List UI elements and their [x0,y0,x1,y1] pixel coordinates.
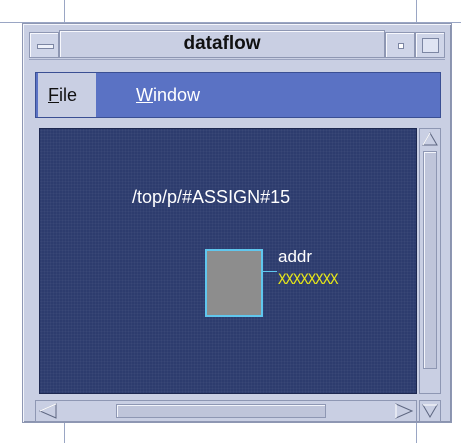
menu-window-mnemonic: W [136,85,153,105]
dataflow-window: dataflow File Window /top/p/#ASSIGN#15 a… [22,23,452,423]
menu-window[interactable]: Window [126,73,210,117]
menu-file[interactable]: File [38,73,96,117]
arrow-right-icon[interactable] [394,402,414,420]
menu-bar: File Window [35,72,441,118]
arrow-down-icon[interactable] [421,402,439,420]
vertical-scrollbar[interactable] [419,128,441,394]
menu-file-label: ile [59,85,78,105]
horizontal-scrollbar[interactable] [35,400,417,422]
menu-file-mnemonic: F [48,85,59,105]
signal-block[interactable] [205,249,263,317]
minimize-icon [398,43,404,49]
dataflow-canvas[interactable]: /top/p/#ASSIGN#15 addr XXXXXXXX [39,128,417,394]
menu-window-label: indow [153,85,201,105]
signal-name-label[interactable]: addr [278,247,312,267]
window-menu-button[interactable] [29,32,59,58]
maximize-icon [422,38,439,53]
titlebar: dataflow [29,30,445,60]
maximize-button[interactable] [415,32,445,58]
minimize-button[interactable] [385,32,415,58]
horizontal-scroll-thumb[interactable] [116,404,326,418]
window-menu-icon [37,44,54,49]
signal-connector [263,271,277,272]
window-title: dataflow [59,30,385,58]
scroll-down-button[interactable] [419,400,441,422]
signal-value-label: XXXXXXXX [278,272,338,288]
arrow-left-icon[interactable] [38,402,58,420]
arrow-up-icon[interactable] [421,130,439,148]
vertical-scroll-thumb[interactable] [423,151,437,369]
instance-path-label: /top/p/#ASSIGN#15 [132,187,291,207]
